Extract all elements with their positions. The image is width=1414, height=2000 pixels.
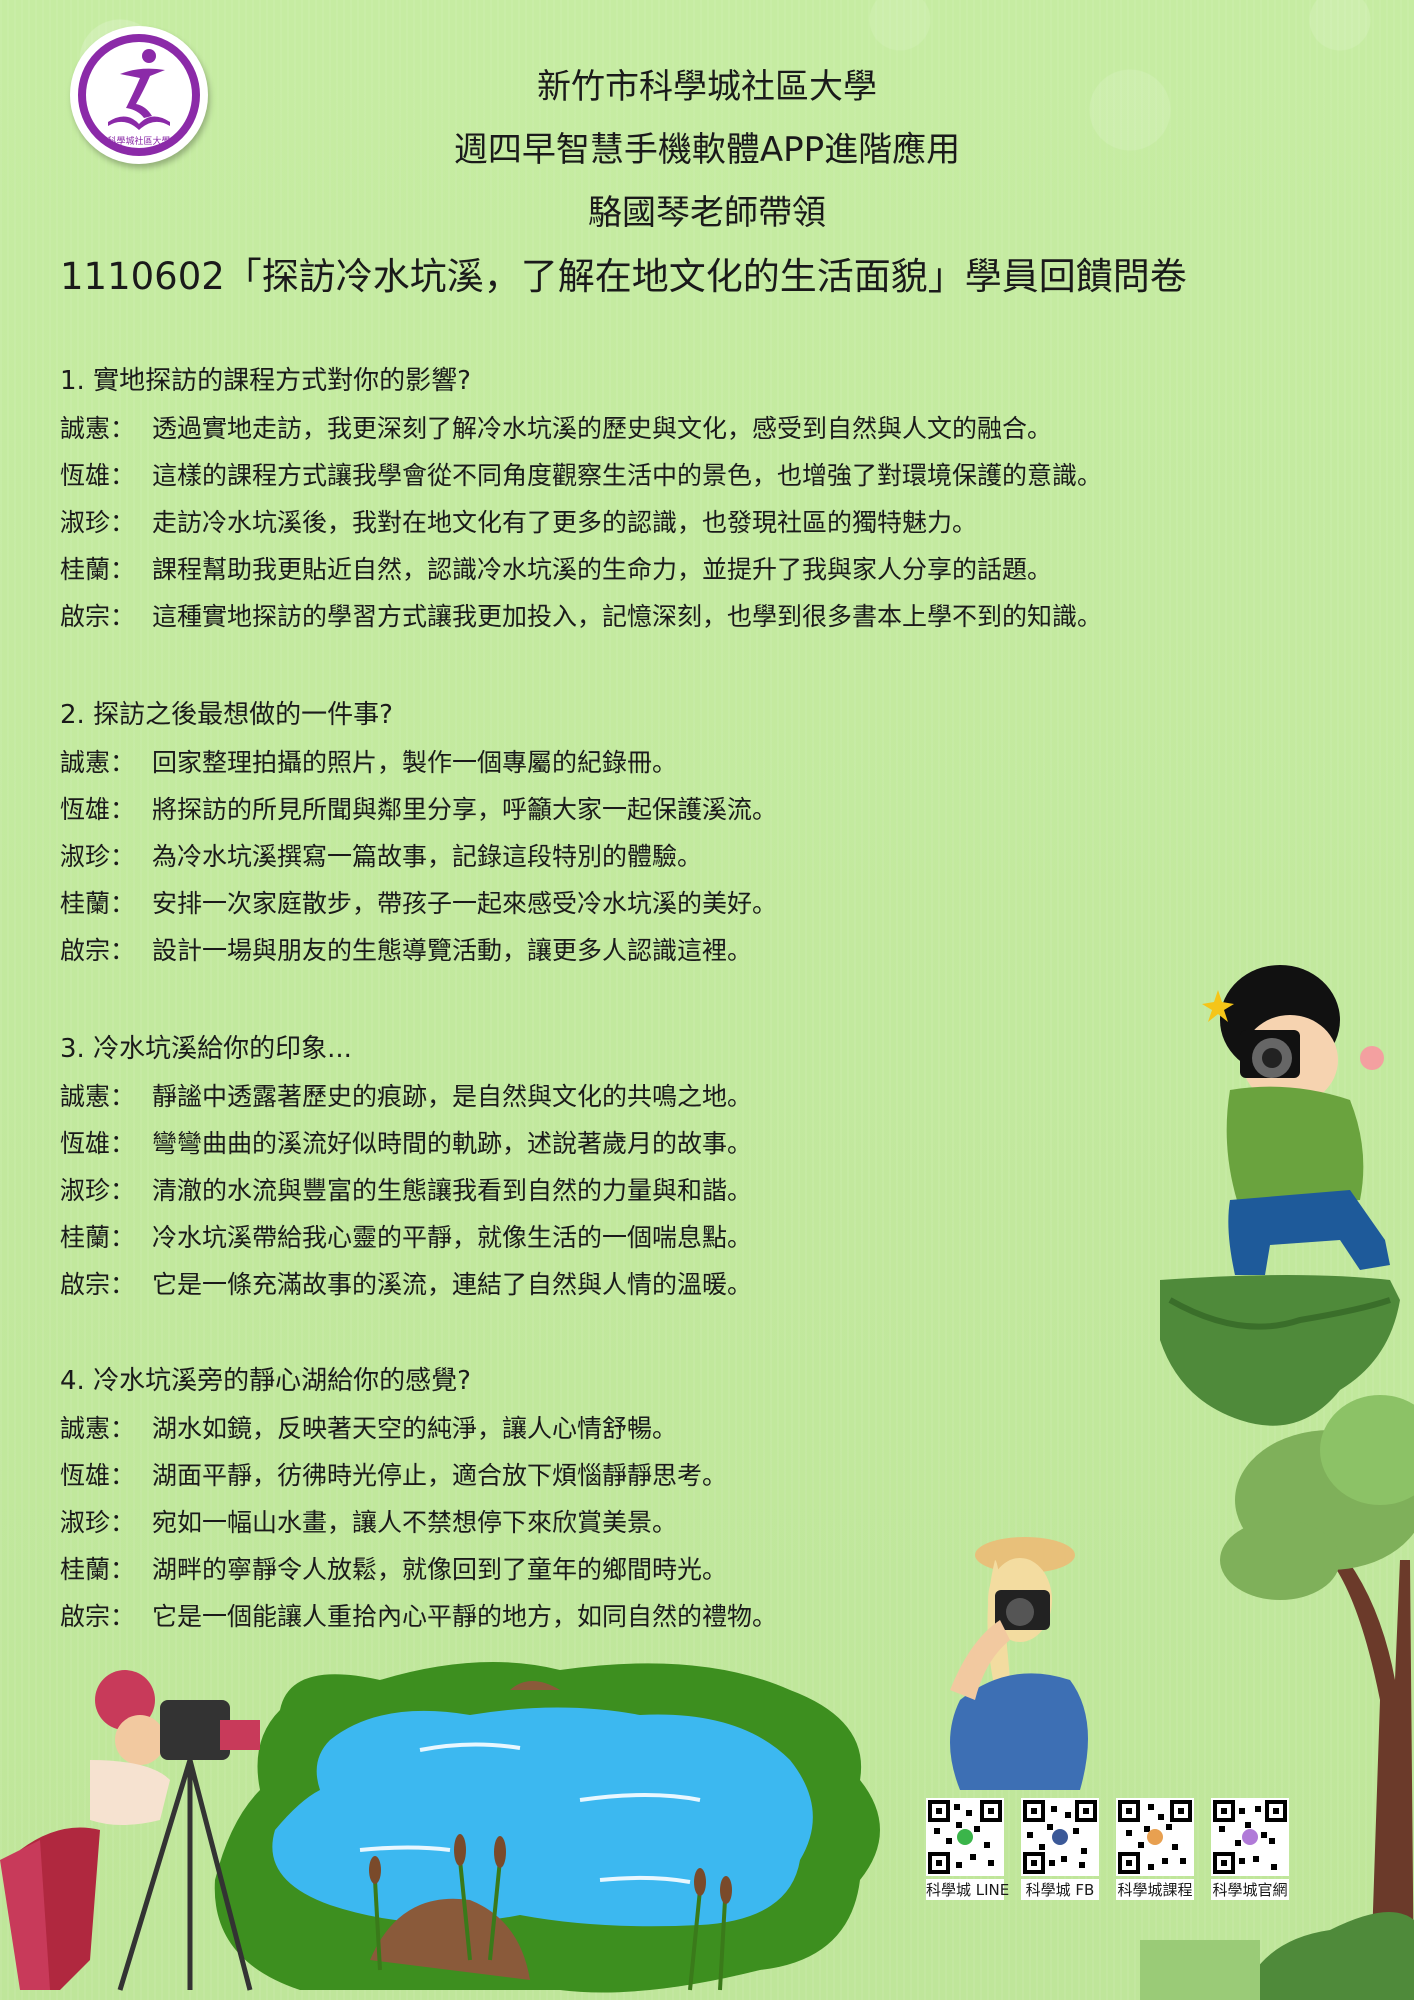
answer-text: 彎彎曲曲的溪流好似時間的軌跡，述說著歲月的故事。 — [152, 1129, 753, 1158]
respondent-name: 桂蘭： — [60, 889, 136, 918]
section-1: 1. 實地探訪的課程方式對你的影響? 誠憲： 透過實地走訪，我更深刻了解冷水坑溪的… — [60, 358, 1240, 640]
header-course: 週四早智慧手機軟體APP進階應用 — [453, 130, 961, 170]
answer-text: 靜謐中透露著歷史的痕跡，是自然與文化的共鳴之地。 — [152, 1082, 753, 1111]
respondent-name: 恆雄： — [60, 461, 136, 490]
section-2: 2. 探訪之後最想做的一件事? 誠憲： 回家整理拍攝的照片，製作一個專屬的紀錄冊。… — [60, 692, 1240, 974]
qr-code-website[interactable] — [1211, 1798, 1289, 1876]
respondent-name: 誠憲： — [60, 414, 136, 443]
respondent-name: 淑珍： — [60, 1176, 136, 1205]
answer-text: 這種實地探訪的學習方式讓我更加投入，記憶深刻，也學到很多書本上學不到的知識。 — [152, 602, 1103, 631]
question-1: 1. 實地探訪的課程方式對你的影響? — [60, 366, 471, 396]
answer-row: 淑珍： 清澈的水流與豐富的生態讓我看到自然的力量與和諧。 — [60, 1167, 1240, 1214]
qr-code-courses[interactable] — [1116, 1798, 1194, 1876]
answer-text: 宛如一幅山水畫，讓人不禁想停下來欣賞美景。 — [152, 1508, 678, 1537]
answer-text: 湖畔的寧靜令人放鬆，就像回到了童年的鄉間時光。 — [152, 1555, 728, 1584]
answer-row: 恆雄： 湖面平靜，彷彿時光停止，適合放下煩惱靜靜思考。 — [60, 1452, 1240, 1499]
answer-row: 桂蘭： 課程幫助我更貼近自然，認識冷水坑溪的生命力，並提升了我與家人分享的話題。 — [60, 546, 1240, 593]
question-3: 3. 冷水坑溪給你的印象... — [60, 1034, 352, 1064]
qr-fb[interactable]: 科學城 FB — [1021, 1798, 1099, 1900]
answer-row: 啟宗： 它是一條充滿故事的溪流，連結了自然與人情的溫暖。 — [60, 1261, 1240, 1308]
header-school: 新竹市科學城社區大學 — [537, 67, 877, 107]
answer-text: 透過實地走訪，我更深刻了解冷水坑溪的歷史與文化，感受到自然與人文的融合。 — [152, 414, 1053, 443]
background — [0, 0, 1414, 2000]
answer-text: 為冷水坑溪撰寫一篇故事，記錄這段特別的體驗。 — [152, 842, 703, 871]
globe-icon — [1242, 1829, 1258, 1845]
qr-code-fb[interactable] — [1021, 1798, 1099, 1876]
respondent-name: 啟宗： — [60, 1602, 136, 1631]
section-3: 3. 冷水坑溪給你的印象... 誠憲： 靜謐中透露著歷史的痕跡，是自然與文化的共鳴… — [60, 1026, 1240, 1308]
answer-text: 回家整理拍攝的照片，製作一個專屬的紀錄冊。 — [152, 748, 678, 777]
respondent-name: 桂蘭： — [60, 1555, 136, 1584]
answer-text: 走訪冷水坑溪後，我對在地文化有了更多的認識，也發現社區的獨特魅力。 — [152, 508, 978, 537]
respondent-name: 淑珍： — [60, 842, 136, 871]
answer-text: 它是一條充滿故事的溪流，連結了自然與人情的溫暖。 — [152, 1270, 753, 1299]
answer-text: 冷水坑溪帶給我心靈的平靜，就像生活的一個喘息點。 — [152, 1223, 753, 1252]
respondent-name: 恆雄： — [60, 1461, 136, 1490]
qr-code-line[interactable] — [926, 1798, 1004, 1876]
answer-text: 將探訪的所見所聞與鄰里分享，呼籲大家一起保護溪流。 — [152, 795, 778, 824]
qr-label: 科學城課程 — [1116, 1879, 1194, 1900]
qr-website[interactable]: 科學城官網 — [1211, 1798, 1289, 1900]
question-2: 2. 探訪之後最想做的一件事? — [60, 700, 393, 730]
answer-text: 湖面平靜，彷彿時光停止，適合放下煩惱靜靜思考。 — [152, 1461, 728, 1490]
answer-text: 課程幫助我更貼近自然，認識冷水坑溪的生命力，並提升了我與家人分享的話題。 — [152, 555, 1053, 584]
section-4: 4. 冷水坑溪旁的靜心湖給你的感覺? 誠憲： 湖水如鏡，反映著天空的純淨，讓人心情… — [60, 1358, 1240, 1640]
respondent-name: 淑珍： — [60, 1508, 136, 1537]
answer-row: 啟宗： 這種實地探訪的學習方式讓我更加投入，記憶深刻，也學到很多書本上學不到的知識… — [60, 593, 1240, 640]
answer-text: 設計一場與朋友的生態導覽活動，讓更多人認識這裡。 — [152, 936, 753, 965]
answer-row: 桂蘭： 湖畔的寧靜令人放鬆，就像回到了童年的鄉間時光。 — [60, 1546, 1240, 1593]
answer-row: 恆雄： 將探訪的所見所聞與鄰里分享，呼籲大家一起保護溪流。 — [60, 786, 1240, 833]
respondent-name: 誠憲： — [60, 1414, 136, 1443]
respondent-name: 誠憲： — [60, 748, 136, 777]
answer-row: 誠憲： 靜謐中透露著歷史的痕跡，是自然與文化的共鳴之地。 — [60, 1073, 1240, 1120]
header-teacher: 駱國琴老師帶領 — [588, 193, 826, 233]
respondent-name: 恆雄： — [60, 795, 136, 824]
book-icon — [1147, 1829, 1163, 1845]
answer-text: 它是一個能讓人重拾內心平靜的地方，如同自然的禮物。 — [152, 1602, 778, 1631]
answer-row: 淑珍： 宛如一幅山水畫，讓人不禁想停下來欣賞美景。 — [60, 1499, 1240, 1546]
respondent-name: 桂蘭： — [60, 555, 136, 584]
respondent-name: 啟宗： — [60, 936, 136, 965]
answer-row: 恆雄： 彎彎曲曲的溪流好似時間的軌跡，述說著歲月的故事。 — [60, 1120, 1240, 1167]
answer-row: 淑珍： 走訪冷水坑溪後，我對在地文化有了更多的認識，也發現社區的獨特魅力。 — [60, 499, 1240, 546]
answer-row: 淑珍： 為冷水坑溪撰寫一篇故事，記錄這段特別的體驗。 — [60, 833, 1240, 880]
line-icon — [957, 1829, 973, 1845]
answer-row: 誠憲： 回家整理拍攝的照片，製作一個專屬的紀錄冊。 — [60, 739, 1240, 786]
answer-row: 桂蘭： 安排一次家庭散步，帶孩子一起來感受冷水坑溪的美好。 — [60, 880, 1240, 927]
answer-row: 啟宗： 它是一個能讓人重拾內心平靜的地方，如同自然的禮物。 — [60, 1593, 1240, 1640]
answer-text: 清澈的水流與豐富的生態讓我看到自然的力量與和諧。 — [152, 1176, 753, 1205]
question-4: 4. 冷水坑溪旁的靜心湖給你的感覺? — [60, 1366, 471, 1396]
facebook-icon — [1052, 1829, 1068, 1845]
answer-row: 誠憲： 透過實地走訪，我更深刻了解冷水坑溪的歷史與文化，感受到自然與人文的融合。 — [60, 405, 1240, 452]
respondent-name: 恆雄： — [60, 1129, 136, 1158]
respondent-name: 桂蘭： — [60, 1223, 136, 1252]
respondent-name: 啟宗： — [60, 1270, 136, 1299]
answer-text: 這樣的課程方式讓我學會從不同角度觀察生活中的景色，也增強了對環境保護的意識。 — [152, 461, 1103, 490]
answer-row: 啟宗： 設計一場與朋友的生態導覽活動，讓更多人認識這裡。 — [60, 927, 1240, 974]
respondent-name: 淑珍： — [60, 508, 136, 537]
header: 新竹市科學城社區大學 週四早智慧手機軟體APP進階應用 駱國琴老師帶領 — [0, 56, 1414, 245]
answer-row: 桂蘭： 冷水坑溪帶給我心靈的平靜，就像生活的一個喘息點。 — [60, 1214, 1240, 1261]
qr-label: 科學城官網 — [1211, 1879, 1289, 1900]
answer-row: 恆雄： 這樣的課程方式讓我學會從不同角度觀察生活中的景色，也增強了對環境保護的意識… — [60, 452, 1240, 499]
answer-text: 湖水如鏡，反映著天空的純淨，讓人心情舒暢。 — [152, 1414, 678, 1443]
respondent-name: 誠憲： — [60, 1082, 136, 1111]
qr-line[interactable]: 科學城 LINE — [926, 1798, 1010, 1900]
qr-label: 科學城 LINE — [926, 1879, 1010, 1900]
qr-courses[interactable]: 科學城課程 — [1116, 1798, 1194, 1900]
answer-text: 安排一次家庭散步，帶孩子一起來感受冷水坑溪的美好。 — [152, 889, 778, 918]
answer-row: 誠憲： 湖水如鏡，反映著天空的純淨，讓人心情舒暢。 — [60, 1405, 1240, 1452]
page-title: 1110602「探訪冷水坑溪，了解在地文化的生活面貌」學員回饋問卷 — [60, 255, 1187, 298]
respondent-name: 啟宗： — [60, 602, 136, 631]
qr-label: 科學城 FB — [1021, 1879, 1099, 1900]
